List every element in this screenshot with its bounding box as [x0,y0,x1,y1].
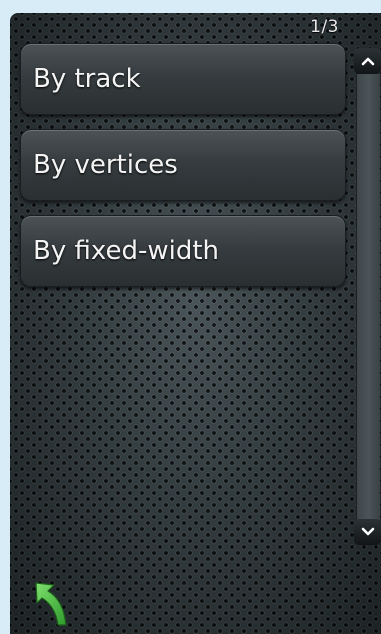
menu-item-by-fixed-width[interactable]: By fixed-width [20,215,346,287]
chevron-down-icon [361,527,375,537]
back-button[interactable] [32,579,76,629]
menu-item-label: By fixed-width [33,236,219,266]
menu-item-by-track[interactable]: By track [20,43,346,115]
back-arrow-icon [32,582,76,633]
menu-item-by-vertices[interactable]: By vertices [20,129,346,201]
device-frame: 1/3 By track By vertices By fixed-width [0,0,381,634]
scroll-track[interactable] [356,74,380,520]
screen: 1/3 By track By vertices By fixed-width [10,13,381,634]
scroll-up-button[interactable] [354,48,381,74]
menu-list: By track By vertices By fixed-width [20,43,346,301]
menu-item-label: By track [33,64,141,94]
menu-item-label: By vertices [33,150,178,180]
page-indicator: 1/3 [310,17,339,37]
chevron-up-icon [361,56,375,66]
scrollbar[interactable] [354,48,381,545]
scroll-down-button[interactable] [354,519,381,545]
